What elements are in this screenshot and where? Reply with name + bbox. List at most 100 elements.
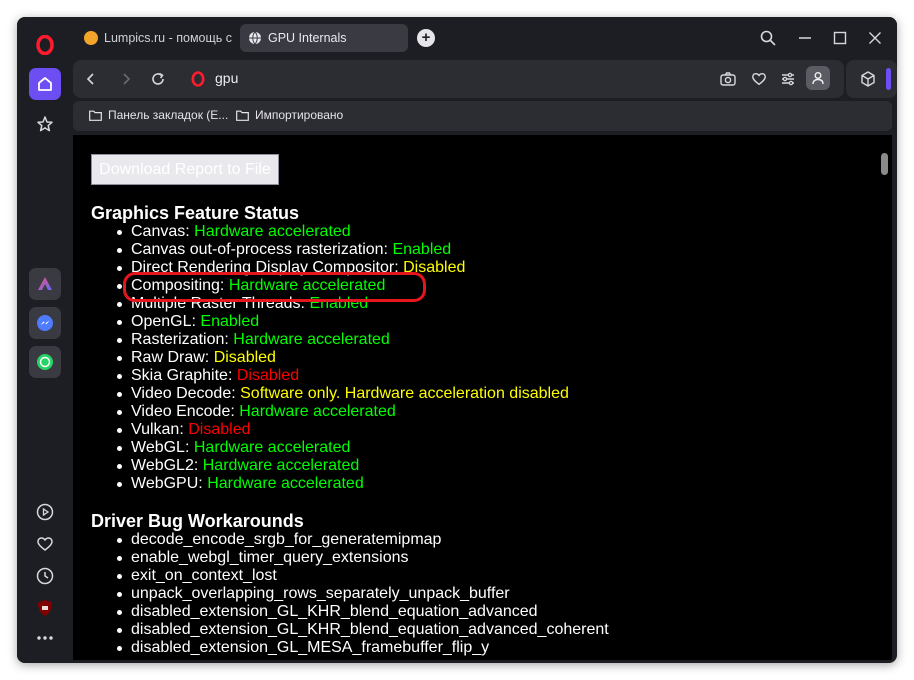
feature-status-heading: Graphics Feature Status <box>91 203 300 223</box>
feature-status-value: Hardware accelerated <box>239 403 396 420</box>
tab-search-button[interactable] <box>757 27 779 49</box>
aria-app-button[interactable] <box>29 268 61 300</box>
feature-status-value: Disabled <box>236 367 300 384</box>
new-tab-button[interactable]: + <box>417 29 435 47</box>
feature-name: OpenGL: <box>131 313 196 330</box>
sidebar <box>17 17 70 663</box>
lumpics-favicon-icon <box>84 31 98 45</box>
heart-icon <box>37 537 53 551</box>
opera-badge[interactable] <box>188 69 208 89</box>
maximize-button[interactable] <box>829 27 851 49</box>
feature-status-value: Hardware accelerated <box>207 475 364 492</box>
feature-name: Rasterization: <box>131 331 229 348</box>
workaround-item: exit_on_context_lost <box>117 567 277 584</box>
extensions-area <box>846 60 897 98</box>
chevron-right-icon <box>123 73 131 85</box>
globe-icon <box>249 31 261 45</box>
close-icon <box>869 32 881 44</box>
feature-name: Video Encode: <box>131 403 235 420</box>
feature-status-value: Enabled <box>200 313 260 330</box>
forward-button[interactable] <box>116 69 136 89</box>
favorites-button[interactable] <box>29 528 61 560</box>
opera-menu-button[interactable] <box>29 29 61 61</box>
whatsapp-app-button[interactable] <box>29 346 61 378</box>
page-content: Download Report to File Graphics Feature… <box>73 135 892 660</box>
feature-name: WebGL2: <box>131 457 199 474</box>
minimize-icon <box>799 37 811 39</box>
chevron-left-icon <box>86 73 94 85</box>
feature-status-value: Hardware accelerated <box>233 331 390 348</box>
feature-status-item: Skia Graphite: Disabled <box>116 367 300 385</box>
messenger-app-button[interactable] <box>29 307 61 339</box>
workaround-item: enable_webgl_timer_query_extensions <box>117 549 409 566</box>
history-button[interactable] <box>29 560 61 592</box>
feature-name: Canvas: <box>131 223 190 240</box>
feature-status-value: Hardware accelerated <box>193 439 351 456</box>
tab-strip: Lumpics.ru - помощь с ко GPU Internals + <box>70 17 897 59</box>
workaround-item: disabled_extension_GL_MESA_framebuffer_f… <box>116 639 490 656</box>
scrollbar-thumb[interactable] <box>881 153 888 175</box>
download-report-button[interactable]: Download Report to File <box>91 154 279 185</box>
home-button[interactable] <box>29 68 61 100</box>
speed-dial-button[interactable] <box>29 108 61 140</box>
feature-status-value: Hardware accelerated <box>202 457 360 474</box>
tab-lumpics[interactable]: Lumpics.ru - помощь с ко <box>76 24 236 52</box>
feature-status-item: Canvas out-of-process rasterization: Ena… <box>116 241 452 259</box>
whatsapp-icon <box>37 354 53 370</box>
aria-icon <box>38 277 52 290</box>
feature-status-item: Video Decode: Software only. Hardware ac… <box>117 385 569 403</box>
reload-icon <box>152 72 164 85</box>
more-dots-icon <box>37 636 53 640</box>
feature-name: Vulkan: <box>131 421 184 438</box>
page-scrollbar[interactable] <box>877 135 892 660</box>
feature-status-value: Disabled <box>213 349 276 366</box>
feature-status-item: WebGL: Hardware accelerated <box>116 439 351 457</box>
feature-status-item: Canvas: Hardware accelerated <box>117 223 351 241</box>
workaround-item: disabled_extension_GL_KHR_blend_equation… <box>117 603 538 620</box>
settings-sliders-icon <box>782 72 794 86</box>
back-button[interactable] <box>81 69 101 89</box>
workaround-item: decode_encode_srgb_for_generatemipmap <box>116 531 442 548</box>
feature-status-item: Raw Draw: Disabled <box>117 349 276 367</box>
feature-name: Raw Draw: <box>131 349 210 366</box>
close-window-button[interactable] <box>864 27 886 49</box>
play-circle-icon <box>36 503 54 521</box>
feature-name: Canvas out-of-process rasterization: <box>131 241 388 258</box>
player-button[interactable] <box>29 496 61 528</box>
bookmark-folder-imported[interactable]: Импортировано <box>236 108 343 122</box>
feature-name: Skia Graphite: <box>131 367 233 384</box>
url-field[interactable]: gpu <box>215 70 238 86</box>
address-toolbar: gpu <box>73 60 844 98</box>
extensions-button[interactable] <box>858 69 878 89</box>
ublock-extension-button[interactable] <box>29 592 61 624</box>
search-icon <box>760 30 776 46</box>
feature-name: WebGPU: <box>131 475 203 492</box>
feature-name: WebGL: <box>131 439 190 456</box>
reload-button[interactable] <box>148 69 168 89</box>
cube-icon <box>861 71 875 87</box>
feature-status-item: OpenGL: Enabled <box>116 313 260 331</box>
bookmark-folder-panel[interactable]: Панель закладок (E... <box>89 108 228 122</box>
user-icon <box>812 72 824 85</box>
minimize-button[interactable] <box>794 27 816 49</box>
extension-accent-bar <box>886 68 891 90</box>
bookmark-page-button[interactable] <box>749 69 769 89</box>
profile-button[interactable] <box>806 66 830 90</box>
feature-status-item: Rasterization: Hardware accelerated <box>117 331 390 349</box>
sidebar-more-button[interactable] <box>29 622 61 654</box>
feature-status-item: WebGL2: Hardware accelerated <box>116 457 360 475</box>
snapshot-button[interactable] <box>718 69 738 89</box>
feature-status-item: WebGPU: Hardware accelerated <box>117 475 364 493</box>
workaround-item: unpack_overlapping_rows_separately_unpac… <box>117 585 510 602</box>
home-icon <box>38 77 52 91</box>
clock-icon <box>36 567 54 585</box>
feature-status-value: Enabled <box>392 241 452 258</box>
heart-icon <box>752 72 766 86</box>
feature-status-value: Hardware accelerated <box>194 223 351 240</box>
ublock-shield-icon <box>38 600 52 616</box>
tab-gpu-internals[interactable]: GPU Internals <box>240 24 408 52</box>
easy-setup-button[interactable] <box>778 69 798 89</box>
maximize-icon <box>833 31 847 45</box>
messenger-icon <box>37 315 53 331</box>
bookmark-label: Панель закладок (E... <box>108 108 229 122</box>
